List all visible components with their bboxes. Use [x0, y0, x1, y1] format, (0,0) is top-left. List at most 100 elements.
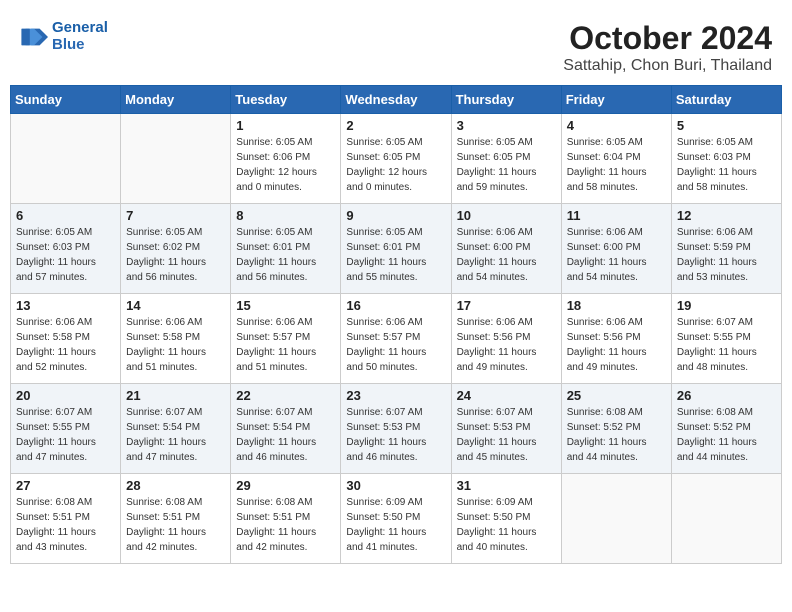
day-number: 16 — [346, 298, 445, 313]
day-info: Sunrise: 6:05 AM Sunset: 6:04 PM Dayligh… — [567, 135, 666, 195]
day-info: Sunrise: 6:06 AM Sunset: 5:56 PM Dayligh… — [457, 315, 556, 375]
day-number: 26 — [677, 388, 776, 403]
day-number: 19 — [677, 298, 776, 313]
weekday-header: Sunday — [11, 86, 121, 114]
calendar-cell: 30 Sunrise: 6:09 AM Sunset: 5:50 PM Dayli… — [341, 474, 451, 564]
day-number: 13 — [16, 298, 115, 313]
calendar-cell: 13 Sunrise: 6:06 AM Sunset: 5:58 PM Dayli… — [11, 294, 121, 384]
day-info: Sunrise: 6:09 AM Sunset: 5:50 PM Dayligh… — [346, 495, 445, 555]
calendar-cell: 3 Sunrise: 6:05 AM Sunset: 6:05 PM Daylig… — [451, 114, 561, 204]
day-info: Sunrise: 6:09 AM Sunset: 5:50 PM Dayligh… — [457, 495, 556, 555]
calendar-cell — [121, 114, 231, 204]
calendar-cell: 9 Sunrise: 6:05 AM Sunset: 6:01 PM Daylig… — [341, 204, 451, 294]
day-number: 12 — [677, 208, 776, 223]
weekday-header: Tuesday — [231, 86, 341, 114]
calendar-cell: 20 Sunrise: 6:07 AM Sunset: 5:55 PM Dayli… — [11, 384, 121, 474]
day-info: Sunrise: 6:05 AM Sunset: 6:03 PM Dayligh… — [16, 225, 115, 285]
logo-text: General Blue — [52, 20, 108, 53]
calendar-week-row: 20 Sunrise: 6:07 AM Sunset: 5:55 PM Dayli… — [11, 384, 782, 474]
page-title: October 2024 — [563, 20, 772, 57]
calendar-week-row: 6 Sunrise: 6:05 AM Sunset: 6:03 PM Daylig… — [11, 204, 782, 294]
calendar-cell: 26 Sunrise: 6:08 AM Sunset: 5:52 PM Dayli… — [671, 384, 781, 474]
day-number: 4 — [567, 118, 666, 133]
calendar-cell: 7 Sunrise: 6:05 AM Sunset: 6:02 PM Daylig… — [121, 204, 231, 294]
page-subtitle: Sattahip, Chon Buri, Thailand — [563, 57, 772, 75]
day-number: 24 — [457, 388, 556, 403]
logo: General Blue — [20, 20, 108, 53]
calendar-cell: 10Sunrise: 6:06 AM Sunset: 6:00 PM Dayli… — [451, 204, 561, 294]
day-info: Sunrise: 6:06 AM Sunset: 6:00 PM Dayligh… — [457, 225, 556, 285]
day-number: 30 — [346, 478, 445, 493]
calendar-cell: 23 Sunrise: 6:07 AM Sunset: 5:53 PM Dayli… — [341, 384, 451, 474]
day-info: Sunrise: 6:05 AM Sunset: 6:05 PM Dayligh… — [457, 135, 556, 195]
calendar-week-row: 27 Sunrise: 6:08 AM Sunset: 5:51 PM Dayli… — [11, 474, 782, 564]
calendar-cell: 27 Sunrise: 6:08 AM Sunset: 5:51 PM Dayli… — [11, 474, 121, 564]
calendar-cell: 15 Sunrise: 6:06 AM Sunset: 5:57 PM Dayli… — [231, 294, 341, 384]
day-info: Sunrise: 6:05 AM Sunset: 6:03 PM Dayligh… — [677, 135, 776, 195]
day-number: 23 — [346, 388, 445, 403]
day-number: 9 — [346, 208, 445, 223]
day-number: 14 — [126, 298, 225, 313]
calendar-cell: 31 Sunrise: 6:09 AM Sunset: 5:50 PM Dayli… — [451, 474, 561, 564]
day-number: 3 — [457, 118, 556, 133]
day-number: 28 — [126, 478, 225, 493]
calendar-cell — [671, 474, 781, 564]
day-info: Sunrise: 6:06 AM Sunset: 5:56 PM Dayligh… — [567, 315, 666, 375]
calendar-cell: 21Sunrise: 6:07 AM Sunset: 5:54 PM Dayli… — [121, 384, 231, 474]
day-number: 17 — [457, 298, 556, 313]
calendar-cell: 16Sunrise: 6:06 AM Sunset: 5:57 PM Dayli… — [341, 294, 451, 384]
day-info: Sunrise: 6:05 AM Sunset: 6:02 PM Dayligh… — [126, 225, 225, 285]
day-info: Sunrise: 6:08 AM Sunset: 5:51 PM Dayligh… — [236, 495, 335, 555]
calendar-cell: 22 Sunrise: 6:07 AM Sunset: 5:54 PM Dayli… — [231, 384, 341, 474]
calendar-cell: 19 Sunrise: 6:07 AM Sunset: 5:55 PM Dayli… — [671, 294, 781, 384]
calendar-cell: 6 Sunrise: 6:05 AM Sunset: 6:03 PM Daylig… — [11, 204, 121, 294]
calendar-week-row: 1Sunrise: 6:05 AM Sunset: 6:06 PM Daylig… — [11, 114, 782, 204]
day-info: Sunrise: 6:08 AM Sunset: 5:51 PM Dayligh… — [16, 495, 115, 555]
calendar-cell: 29 Sunrise: 6:08 AM Sunset: 5:51 PM Dayli… — [231, 474, 341, 564]
weekday-header: Thursday — [451, 86, 561, 114]
day-info: Sunrise: 6:05 AM Sunset: 6:06 PM Dayligh… — [236, 135, 335, 195]
day-info: Sunrise: 6:08 AM Sunset: 5:51 PM Dayligh… — [126, 495, 225, 555]
day-number: 15 — [236, 298, 335, 313]
day-info: Sunrise: 6:08 AM Sunset: 5:52 PM Dayligh… — [677, 405, 776, 465]
calendar-cell: 1Sunrise: 6:05 AM Sunset: 6:06 PM Daylig… — [231, 114, 341, 204]
calendar-cell: 14 Sunrise: 6:06 AM Sunset: 5:58 PM Dayli… — [121, 294, 231, 384]
weekday-header: Monday — [121, 86, 231, 114]
day-info: Sunrise: 6:05 AM Sunset: 6:01 PM Dayligh… — [346, 225, 445, 285]
weekday-header: Wednesday — [341, 86, 451, 114]
day-info: Sunrise: 6:06 AM Sunset: 6:00 PM Dayligh… — [567, 225, 666, 285]
day-number: 6 — [16, 208, 115, 223]
calendar-cell: 5Sunrise: 6:05 AM Sunset: 6:03 PM Daylig… — [671, 114, 781, 204]
day-number: 22 — [236, 388, 335, 403]
day-info: Sunrise: 6:06 AM Sunset: 5:58 PM Dayligh… — [16, 315, 115, 375]
calendar-cell: 18Sunrise: 6:06 AM Sunset: 5:56 PM Dayli… — [561, 294, 671, 384]
day-info: Sunrise: 6:07 AM Sunset: 5:55 PM Dayligh… — [16, 405, 115, 465]
day-info: Sunrise: 6:08 AM Sunset: 5:52 PM Dayligh… — [567, 405, 666, 465]
day-info: Sunrise: 6:07 AM Sunset: 5:53 PM Dayligh… — [346, 405, 445, 465]
day-info: Sunrise: 6:07 AM Sunset: 5:55 PM Dayligh… — [677, 315, 776, 375]
day-number: 31 — [457, 478, 556, 493]
day-number: 27 — [16, 478, 115, 493]
day-number: 7 — [126, 208, 225, 223]
logo-icon — [20, 23, 48, 51]
day-info: Sunrise: 6:06 AM Sunset: 5:58 PM Dayligh… — [126, 315, 225, 375]
calendar-table: SundayMondayTuesdayWednesdayThursdayFrid… — [10, 85, 782, 564]
title-block: October 2024 Sattahip, Chon Buri, Thaila… — [563, 20, 772, 75]
day-number: 29 — [236, 478, 335, 493]
calendar-cell — [11, 114, 121, 204]
day-info: Sunrise: 6:05 AM Sunset: 6:05 PM Dayligh… — [346, 135, 445, 195]
calendar-cell: 12 Sunrise: 6:06 AM Sunset: 5:59 PM Dayli… — [671, 204, 781, 294]
calendar-cell: 25Sunrise: 6:08 AM Sunset: 5:52 PM Dayli… — [561, 384, 671, 474]
day-info: Sunrise: 6:06 AM Sunset: 5:59 PM Dayligh… — [677, 225, 776, 285]
day-info: Sunrise: 6:07 AM Sunset: 5:54 PM Dayligh… — [126, 405, 225, 465]
day-number: 2 — [346, 118, 445, 133]
day-info: Sunrise: 6:07 AM Sunset: 5:53 PM Dayligh… — [457, 405, 556, 465]
day-number: 8 — [236, 208, 335, 223]
day-info: Sunrise: 6:06 AM Sunset: 5:57 PM Dayligh… — [236, 315, 335, 375]
calendar-cell — [561, 474, 671, 564]
calendar-cell: 28 Sunrise: 6:08 AM Sunset: 5:51 PM Dayli… — [121, 474, 231, 564]
day-number: 11 — [567, 208, 666, 223]
calendar-cell: 8Sunrise: 6:05 AM Sunset: 6:01 PM Daylig… — [231, 204, 341, 294]
day-info: Sunrise: 6:07 AM Sunset: 5:54 PM Dayligh… — [236, 405, 335, 465]
day-number: 20 — [16, 388, 115, 403]
